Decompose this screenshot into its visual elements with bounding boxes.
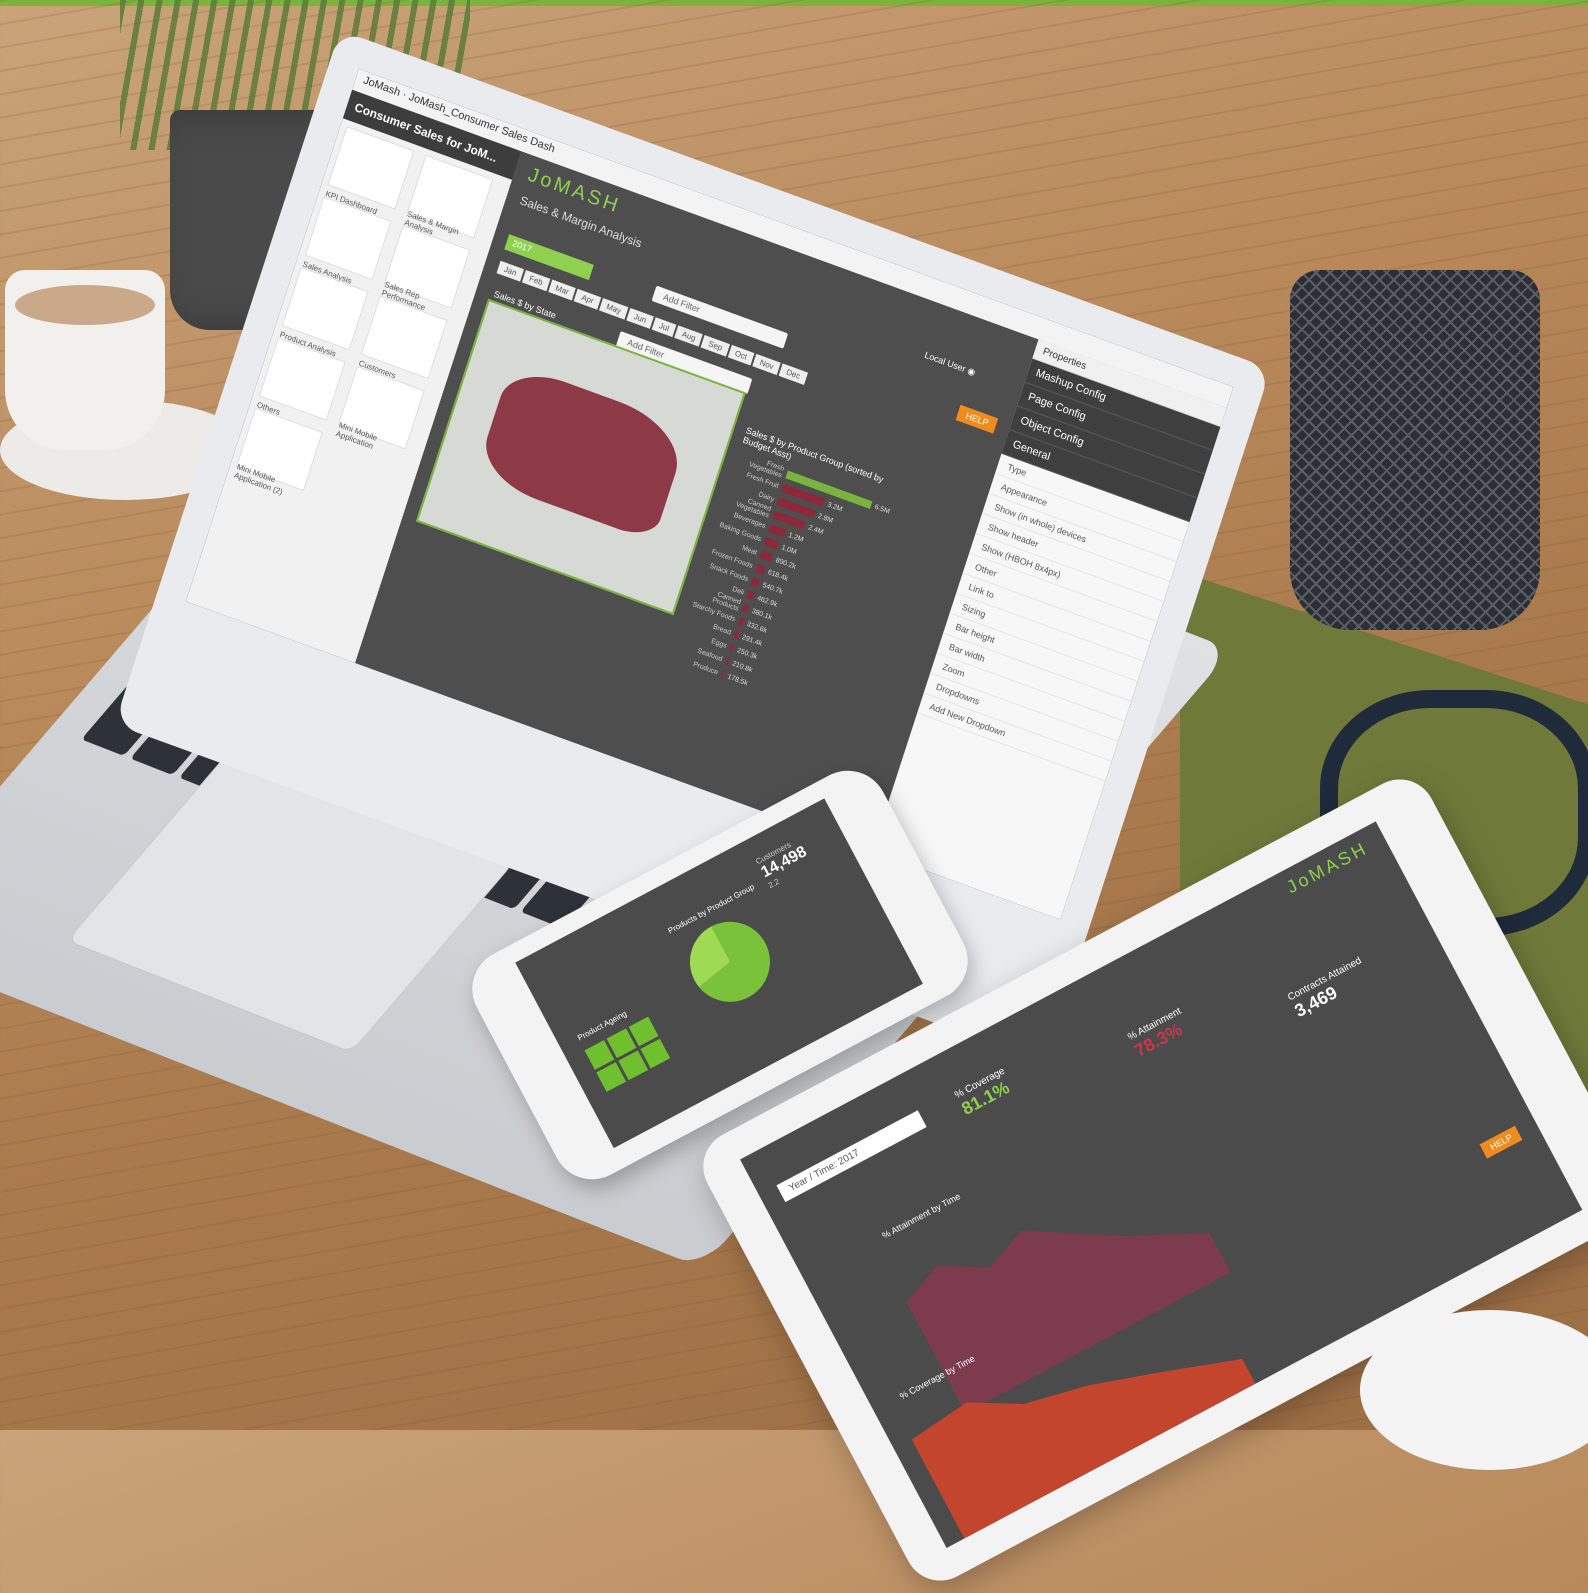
tablet-brand-logo: JoMASH <box>1283 837 1372 898</box>
bar <box>763 537 780 550</box>
bar-value-label: 2.4M <box>807 523 825 536</box>
bar <box>729 643 735 653</box>
month-filter-jul[interactable]: Jul <box>651 317 677 338</box>
object-thumbnail[interactable]: KPI Dashboard <box>324 126 415 216</box>
bar <box>720 670 726 679</box>
time-filter-value: 2017 <box>836 1147 862 1168</box>
month-filter-mar[interactable]: Mar <box>547 279 577 301</box>
thumbnail-label: Mini Mobile Application (2) <box>232 462 284 497</box>
tablet-kpi-attainment: % Attainment 78.3% <box>1126 1006 1193 1062</box>
pen-holder <box>1290 270 1540 630</box>
bar <box>759 550 774 563</box>
bar <box>742 603 750 614</box>
month-filter-jun[interactable]: Jun <box>626 307 654 329</box>
bar <box>724 656 730 666</box>
sales-by-state-map[interactable]: Sales $ by State <box>415 289 746 616</box>
chart-title: % Attainment by Time <box>880 1191 963 1241</box>
bar-value-label: 2.8M <box>817 512 834 525</box>
month-filter-may[interactable]: May <box>598 298 629 320</box>
bar-value-label: 1.2M <box>787 531 805 544</box>
tablet-kpi-contracts: Contracts Attained 3,469 <box>1286 955 1373 1022</box>
object-thumbnail[interactable]: Mini Mobile Application <box>335 365 425 451</box>
help-button[interactable]: HELP <box>956 404 999 434</box>
map-title: Sales $ by State <box>492 288 558 321</box>
bar <box>750 577 761 588</box>
bar <box>733 630 740 640</box>
attainment-area-chart[interactable] <box>881 1113 1230 1413</box>
month-filter-nov[interactable]: Nov <box>752 353 782 376</box>
bar-value-label: 1.0M <box>780 543 798 556</box>
bar <box>746 590 755 601</box>
month-filter-feb[interactable]: Feb <box>521 269 551 292</box>
object-thumbnail[interactable]: Product Analysis <box>279 266 369 359</box>
us-map-shape <box>474 362 691 542</box>
month-filter-dec[interactable]: Dec <box>778 363 808 385</box>
object-thumbnail[interactable]: Sales & Margin Analysis <box>403 154 494 239</box>
bar <box>755 563 766 575</box>
avatar-icon: ◉ <box>966 365 977 378</box>
tablet-kpi-coverage: % Coverage 81.1% <box>953 1066 1017 1120</box>
thumbnail-label: Mini Mobile Application <box>334 420 379 451</box>
bar-value-label: 3.2M <box>826 500 844 513</box>
bar-value-label: 6.5M <box>873 503 891 516</box>
time-filter-label: Year / Time <box>787 1160 837 1194</box>
object-thumbnail[interactable]: Mini Mobile Application (2) <box>233 407 323 497</box>
tablet-help-button[interactable]: HELP <box>1480 1125 1523 1159</box>
coffee <box>15 285 155 325</box>
month-filter-apr[interactable]: Apr <box>574 288 602 310</box>
month-filter-aug[interactable]: Aug <box>674 325 704 347</box>
month-filter-oct[interactable]: Oct <box>727 344 755 366</box>
month-filter-sep[interactable]: Sep <box>700 335 730 357</box>
bar-value-label: 178.5k <box>726 672 749 687</box>
object-thumbnail[interactable]: Sales Analysis <box>302 196 392 286</box>
tablet-time-filter[interactable]: Year / Time: 2017 <box>776 1110 927 1203</box>
bar <box>737 617 745 627</box>
phone-kpi: Customers 14,498 2.2 <box>754 835 814 890</box>
month-filter-jan[interactable]: Jan <box>496 260 524 282</box>
